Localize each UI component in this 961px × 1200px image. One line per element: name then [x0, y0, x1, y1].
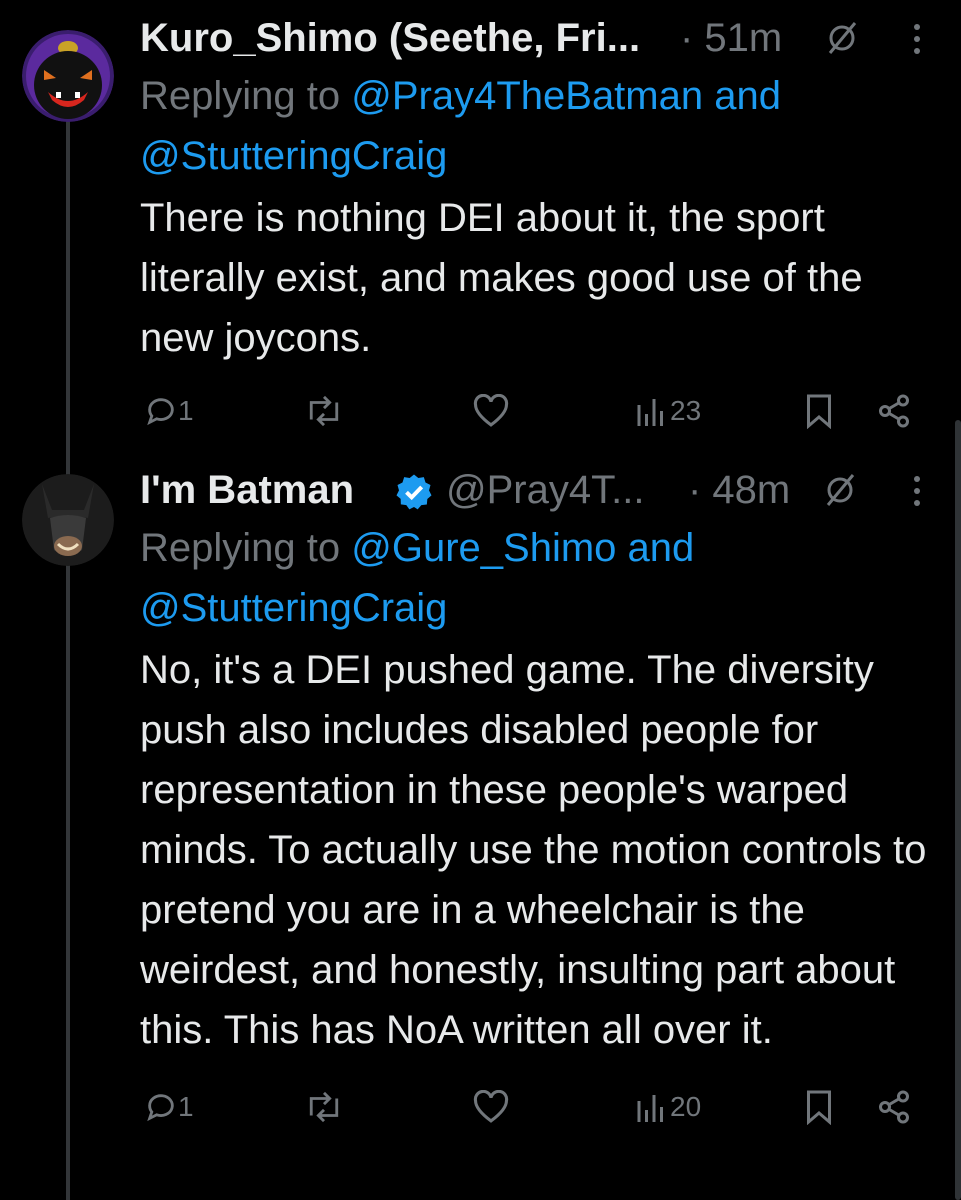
handle[interactable]: @Pray4T... — [446, 468, 644, 513]
verified-badge-icon[interactable] — [394, 472, 434, 512]
reply-count: 1 — [178, 1091, 194, 1122]
replying-to-label: Replying to — [140, 74, 352, 118]
replying-to: Replying to @Gure_Shimo and @StutteringC… — [140, 518, 940, 638]
grok-icon[interactable] — [824, 472, 856, 508]
bookmark-button[interactable] — [804, 386, 834, 436]
reply-icon — [147, 398, 174, 426]
views-button[interactable]: 23 — [636, 386, 701, 436]
batman-avatar-icon — [22, 474, 114, 566]
repost-icon — [309, 1091, 339, 1123]
scrollbar[interactable] — [955, 420, 961, 1200]
views-icon — [637, 399, 663, 426]
like-button[interactable] — [472, 1082, 510, 1132]
reply-button[interactable]: 1 — [144, 1082, 194, 1132]
like-button[interactable] — [472, 386, 510, 436]
mention-link[interactable]: @StutteringCraig — [140, 586, 447, 630]
tweet-text: No, it's a DEI pushed game. The diversit… — [140, 648, 927, 1052]
more-options-icon[interactable] — [912, 22, 922, 56]
thread-line — [66, 120, 70, 1200]
views-count: 20 — [670, 1091, 702, 1122]
share-button[interactable] — [876, 386, 912, 436]
share-icon — [879, 1090, 909, 1124]
views-button[interactable]: 20 — [636, 1082, 701, 1132]
bookmark-icon — [807, 1090, 831, 1125]
reply-button[interactable]: 1 — [144, 386, 194, 436]
heart-icon — [473, 394, 509, 427]
share-icon — [879, 394, 909, 428]
mention-link[interactable]: @Pray4TheBatman and — [351, 74, 781, 118]
replying-to-label: Replying to — [140, 526, 352, 570]
bookmark-button[interactable] — [804, 1082, 834, 1132]
display-name[interactable]: I'm Batman — [140, 468, 354, 513]
mention-link[interactable]: @Gure_Shimo and — [351, 526, 694, 570]
heart-icon — [473, 1090, 509, 1123]
repost-icon — [309, 395, 339, 427]
reply-icon — [147, 1094, 174, 1122]
more-options-icon[interactable] — [912, 474, 922, 508]
reply-count: 1 — [178, 395, 194, 426]
timestamp[interactable]: · 48m — [688, 468, 790, 513]
grok-icon[interactable] — [826, 20, 858, 56]
mention-link[interactable]: @StutteringCraig — [140, 134, 447, 178]
views-icon — [637, 1095, 663, 1122]
action-bar: 1 23 — [140, 386, 940, 436]
repost-button[interactable] — [304, 1082, 344, 1132]
timestamp[interactable]: · 51m — [680, 16, 782, 61]
display-name[interactable]: Kuro_Shimo (Seethe, Fri... — [140, 16, 640, 61]
avatar[interactable] — [22, 474, 114, 566]
views-count: 23 — [670, 395, 702, 426]
replying-to: Replying to @Pray4TheBatman and @Stutter… — [140, 66, 940, 186]
share-button[interactable] — [876, 1082, 912, 1132]
avatar[interactable] — [22, 30, 114, 122]
action-bar: 1 20 — [140, 1082, 940, 1132]
repost-button[interactable] — [304, 386, 344, 436]
purple-monster-avatar-icon — [22, 30, 114, 122]
tweet-text: There is nothing DEI about it, the sport… — [140, 196, 863, 360]
bookmark-icon — [807, 394, 831, 429]
